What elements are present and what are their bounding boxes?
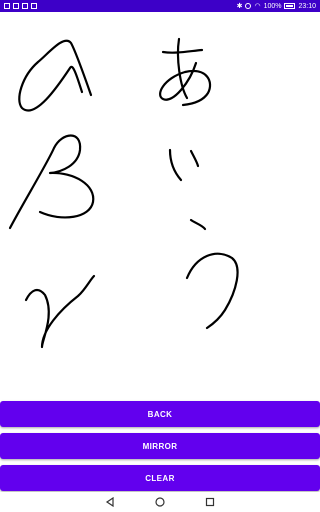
clear-button[interactable]: CLEAR xyxy=(0,465,320,491)
notification-icon xyxy=(4,3,10,9)
stroke-beta xyxy=(8,134,95,230)
stroke-gamma xyxy=(24,274,96,349)
vibrate-icon xyxy=(245,3,252,9)
stroke-u-1 xyxy=(189,218,207,231)
navigation-bar xyxy=(0,492,320,512)
bluetooth-icon: ✱ xyxy=(236,3,243,10)
status-bar: ✱ ◠ 100% 23:10 xyxy=(0,0,320,12)
drawing-strokes xyxy=(8,37,239,349)
image-icon xyxy=(31,3,37,9)
back-button[interactable]: BACK xyxy=(0,401,320,427)
battery-percent: 100% xyxy=(263,2,282,10)
stroke-alpha xyxy=(18,39,93,112)
nav-back-icon[interactable] xyxy=(100,492,120,512)
stroke-i-1 xyxy=(168,148,183,182)
image-icon xyxy=(13,3,19,9)
stroke-i-2 xyxy=(189,149,200,168)
status-bar-right: ✱ ◠ 100% 23:10 xyxy=(236,2,316,11)
drawing-canvas[interactable] xyxy=(0,12,320,398)
wifi-icon: ◠ xyxy=(254,3,261,10)
stroke-u-2 xyxy=(185,252,239,330)
stroke-a-3 xyxy=(159,61,212,107)
battery-icon xyxy=(284,3,296,9)
nav-home-icon[interactable] xyxy=(150,492,170,512)
status-time: 23:10 xyxy=(298,2,316,10)
stroke-a-1 xyxy=(161,48,204,54)
image-icon xyxy=(22,3,28,9)
mirror-button[interactable]: MIRROR xyxy=(0,433,320,459)
nav-recents-icon[interactable] xyxy=(200,492,220,512)
status-bar-left xyxy=(4,3,37,9)
